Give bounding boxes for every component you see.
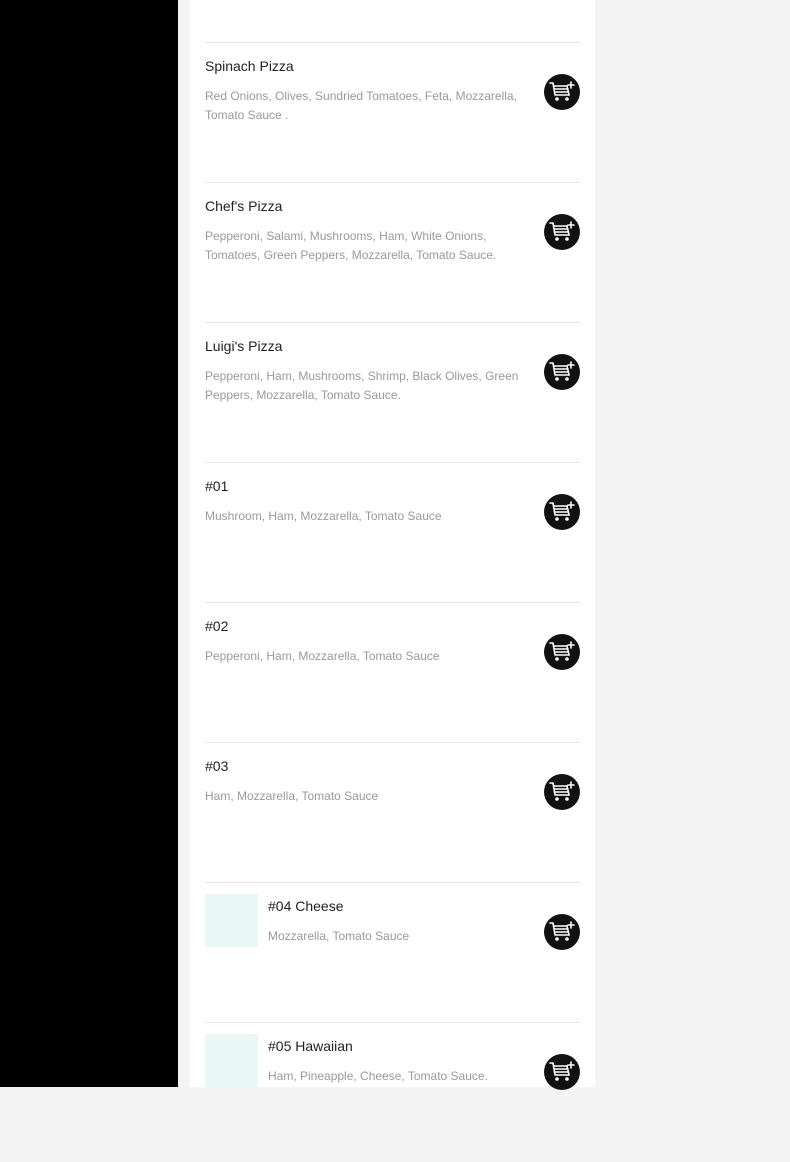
add-to-cart-button[interactable]: [544, 494, 580, 530]
menu-item: #04 Cheese Mozzarella, Tomato Sauce: [205, 882, 580, 1022]
menu-item: #05 Hawaiian Ham, Pineapple, Cheese, Tom…: [205, 1022, 580, 1162]
add-to-cart-button[interactable]: [544, 74, 580, 110]
item-description: Pepperoni, Ham, Mozzarella, Tomato Sauce: [205, 649, 440, 663]
add-to-cart-button[interactable]: [544, 774, 580, 810]
menu-item: #03 Ham, Mozzarella, Tomato Sauce: [205, 742, 580, 882]
item-thumbnail[interactable]: [205, 1034, 258, 1087]
add-to-cart-button[interactable]: [544, 1054, 580, 1090]
add-to-cart-button[interactable]: [544, 914, 580, 950]
cart-plus-icon: [549, 501, 575, 521]
menu-item: [205, 0, 580, 42]
add-to-cart-button[interactable]: [544, 634, 580, 670]
item-name[interactable]: #04 Cheese: [268, 898, 344, 914]
item-description: Mushroom, Ham, Mozzarella, Tomato Sauce: [205, 509, 442, 523]
item-name[interactable]: #03: [205, 758, 228, 774]
menu-item: Chef's Pizza Pepperoni, Salami, Mushroom…: [205, 182, 580, 322]
item-name[interactable]: #05 Hawaiian: [268, 1038, 353, 1054]
menu-item: Luigi's Pizza Pepperoni, Ham, Mushrooms,…: [205, 322, 580, 462]
item-name[interactable]: #01: [205, 478, 228, 494]
item-description: Ham, Mozzarella, Tomato Sauce: [205, 789, 379, 803]
cart-plus-icon: [549, 921, 575, 941]
left-dark-panel: [0, 0, 178, 1087]
cart-plus-icon: [549, 361, 575, 381]
cart-plus-icon: [549, 1061, 575, 1081]
item-description: Pepperoni, Salami, Mushrooms, Ham, White…: [205, 229, 497, 262]
item-description: Pepperoni, Ham, Mushrooms, Shrimp, Black…: [205, 369, 519, 402]
item-name[interactable]: #02: [205, 618, 228, 634]
cart-plus-icon: [549, 781, 575, 801]
item-description: Mozzarella, Tomato Sauce: [268, 929, 410, 943]
item-thumbnail[interactable]: [205, 894, 258, 947]
menu-list: Spinach Pizza Red Onions, Olives, Sundri…: [190, 0, 595, 1090]
add-to-cart-button[interactable]: [544, 214, 580, 250]
item-description: Red Onions, Olives, Sundried Tomatoes, F…: [205, 89, 517, 122]
menu-item: #02 Pepperoni, Ham, Mozzarella, Tomato S…: [205, 602, 580, 742]
item-name[interactable]: Spinach Pizza: [205, 58, 294, 74]
item-description: Ham, Pineapple, Cheese, Tomato Sauce.: [268, 1069, 488, 1083]
cart-plus-icon: [549, 81, 575, 101]
add-to-cart-button[interactable]: [544, 354, 580, 390]
item-name[interactable]: Luigi's Pizza: [205, 338, 282, 354]
cart-plus-icon: [549, 641, 575, 661]
cart-plus-icon: [549, 221, 575, 241]
menu-item: #01 Mushroom, Ham, Mozzarella, Tomato Sa…: [205, 462, 580, 602]
menu-item: Spinach Pizza Red Onions, Olives, Sundri…: [205, 42, 580, 182]
item-name[interactable]: Chef's Pizza: [205, 198, 282, 214]
